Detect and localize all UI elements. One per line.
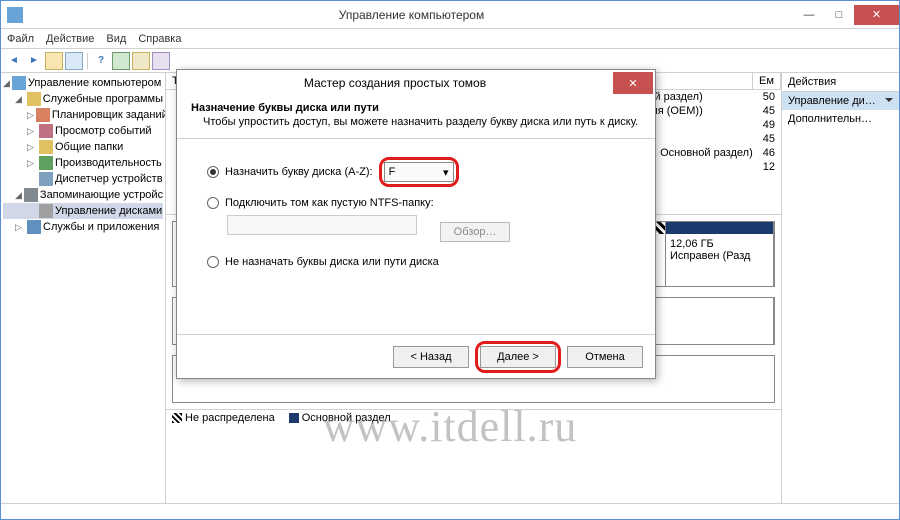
- highlight-next: Далее >: [475, 341, 561, 373]
- separator: [87, 53, 88, 69]
- tree-root[interactable]: ◢Управление компьютером (: [3, 75, 163, 91]
- menu-file[interactable]: Файл: [7, 33, 34, 45]
- wizard-close-button[interactable]: ✕: [613, 72, 653, 94]
- highlight-drive-select: F ▾: [379, 157, 459, 187]
- tree-scheduler[interactable]: ▷Планировщик заданий: [3, 107, 163, 123]
- menu-action[interactable]: Действие: [46, 33, 94, 45]
- nav-tree: ◢Управление компьютером ( ◢Служебные про…: [1, 73, 166, 503]
- option-mount-label: Подключить том как пустую NTFS-папку:: [225, 197, 434, 209]
- show-hide-icon[interactable]: [65, 52, 83, 70]
- menu-view[interactable]: Вид: [106, 33, 126, 45]
- actions-more[interactable]: Дополнительн…: [782, 110, 899, 128]
- option-assign-letter[interactable]: Назначить букву диска (A-Z): F ▾: [207, 157, 625, 187]
- legend-primary-swatch: [289, 413, 299, 423]
- refresh-icon[interactable]: [112, 52, 130, 70]
- col-capacity[interactable]: Ем: [753, 73, 781, 89]
- titlebar: Управление компьютером — □ ✕: [1, 1, 899, 29]
- wizard-subtitle: Чтобы упростить доступ, вы можете назнач…: [191, 116, 641, 128]
- help-icon[interactable]: ?: [92, 52, 110, 70]
- tree-diskmgmt[interactable]: Управление дисками: [3, 203, 163, 219]
- forward-icon[interactable]: ►: [25, 52, 43, 70]
- option-assign-label: Назначить букву диска (A-Z):: [225, 166, 373, 178]
- tree-storage[interactable]: ◢Запоминающие устройс: [3, 187, 163, 203]
- statusbar: [1, 503, 899, 519]
- cancel-button[interactable]: Отмена: [567, 346, 643, 368]
- up-icon[interactable]: [45, 52, 63, 70]
- browse-button: Обзор…: [440, 222, 510, 242]
- tree-system-tools[interactable]: ◢Служебные программы: [3, 91, 163, 107]
- chevron-down-icon: ▾: [443, 166, 449, 179]
- wizard-title: Мастер создания простых томов: [177, 76, 613, 90]
- app-icon: [7, 7, 23, 23]
- list-icon[interactable]: [132, 52, 150, 70]
- partition-last[interactable]: 12,06 ГБ Исправен (Разд: [666, 222, 774, 286]
- tree-perf[interactable]: ▷Производительность: [3, 155, 163, 171]
- maximize-button[interactable]: □: [824, 5, 854, 25]
- option-none-label: Не назначать буквы диска или пути диска: [225, 256, 439, 268]
- wizard-dialog: Мастер создания простых томов ✕ Назначен…: [176, 69, 656, 379]
- back-button[interactable]: < Назад: [393, 346, 469, 368]
- wizard-heading: Назначение буквы диска или пути: [191, 102, 379, 114]
- legend: Не распределена Основной раздел: [166, 409, 781, 426]
- properties-icon[interactable]: [152, 52, 170, 70]
- radio-icon: [207, 256, 219, 268]
- drive-letter-select[interactable]: F ▾: [384, 162, 454, 182]
- option-no-letter[interactable]: Не назначать буквы диска или пути диска: [207, 256, 625, 268]
- menu-help[interactable]: Справка: [138, 33, 181, 45]
- next-button[interactable]: Далее >: [480, 346, 556, 368]
- wizard-header: Назначение буквы диска или пути Чтобы уп…: [177, 96, 655, 139]
- tree-shared[interactable]: ▷Общие папки: [3, 139, 163, 155]
- tree-eventlog[interactable]: ▷Просмотр событий: [3, 123, 163, 139]
- actions-diskmgmt[interactable]: Управление ди…: [782, 92, 899, 110]
- legend-unalloc-swatch: [172, 413, 182, 423]
- tree-services[interactable]: ▷Службы и приложения: [3, 219, 163, 235]
- tree-devmgr[interactable]: Диспетчер устройств: [3, 171, 163, 187]
- radio-icon: [207, 166, 219, 178]
- window-title: Управление компьютером: [29, 8, 794, 22]
- menubar: Файл Действие Вид Справка: [1, 29, 899, 49]
- actions-pane: Действия Управление ди… Дополнительн…: [781, 73, 899, 503]
- close-button[interactable]: ✕: [854, 5, 899, 25]
- back-icon[interactable]: ◄: [5, 52, 23, 70]
- mount-path-input: [227, 215, 417, 235]
- radio-icon: [207, 197, 219, 209]
- option-mount-folder[interactable]: Подключить том как пустую NTFS-папку:: [207, 197, 625, 209]
- minimize-button[interactable]: —: [794, 5, 824, 25]
- actions-header: Действия: [782, 73, 899, 92]
